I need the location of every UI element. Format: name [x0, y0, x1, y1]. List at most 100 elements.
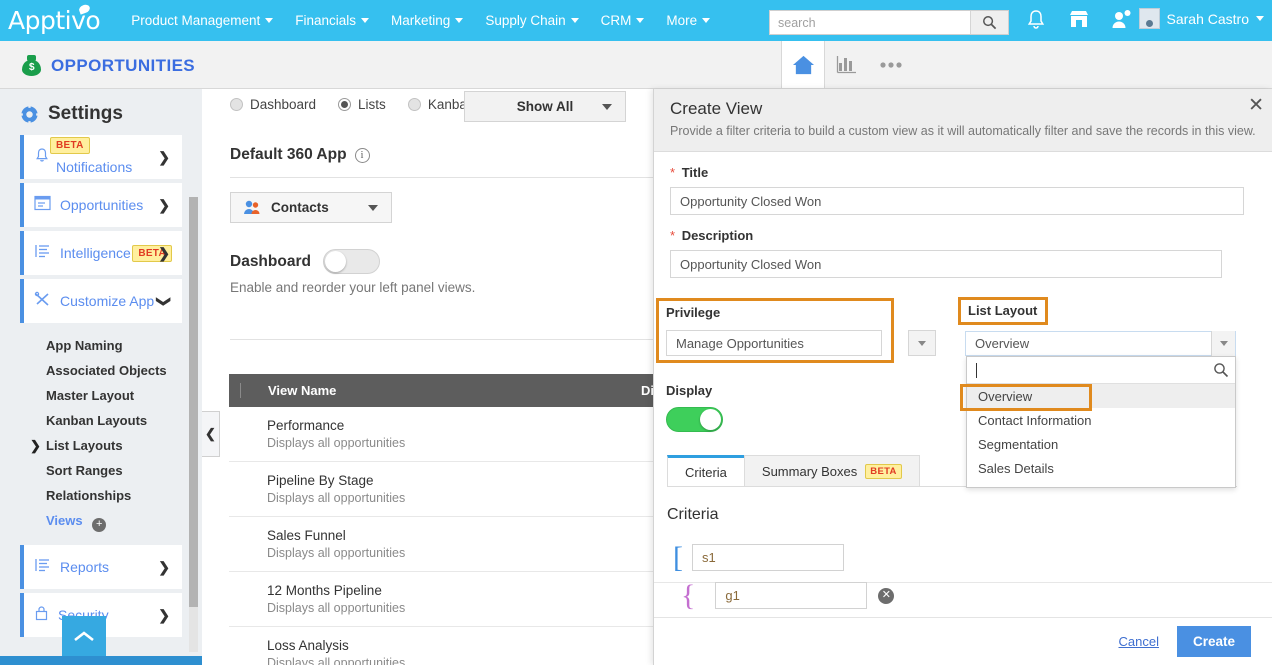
reports-button[interactable] — [825, 41, 869, 88]
cancel-button[interactable]: Cancel — [1119, 634, 1159, 649]
chevron-down-icon — [361, 18, 369, 23]
list-layout-option-segmentation[interactable]: Segmentation — [967, 432, 1235, 456]
sidebar-subitem-label: Sort Ranges — [46, 463, 123, 478]
sidebar-title-text: Settings — [48, 103, 123, 125]
nav-item-crm[interactable]: CRM — [590, 13, 656, 28]
sidebar-item-notifications[interactable]: BETA Notifications ❯ — [20, 135, 182, 179]
nav-item-marketing[interactable]: Marketing — [380, 13, 474, 28]
radio-label: Lists — [358, 97, 386, 112]
title-label: * Title — [670, 165, 1244, 180]
list-layout-value: Overview — [975, 336, 1029, 351]
criteria-row-1: [ s1 — [673, 544, 844, 571]
chevron-right-icon: ❯ — [158, 559, 170, 576]
display-toggle[interactable] — [666, 407, 723, 432]
list-layout-option-contact-information[interactable]: Contact Information — [967, 408, 1235, 432]
nav-item-more[interactable]: More — [655, 13, 721, 28]
radio-lists[interactable]: Lists — [338, 97, 386, 112]
view-description: Displays all opportunities — [267, 546, 667, 560]
list-layout-option-overview[interactable]: Overview — [967, 384, 1235, 408]
more-dots-icon — [878, 61, 904, 69]
list-layout-label: List Layout — [968, 303, 1037, 318]
radio-dashboard[interactable]: Dashboard — [230, 97, 316, 112]
privilege-label: Privilege — [666, 305, 720, 320]
create-view-heading: Create View — [670, 99, 1272, 119]
chevron-right-icon: ❯ — [158, 607, 170, 624]
app-toolbar — [781, 41, 913, 88]
chevron-down-icon — [265, 18, 273, 23]
view-mode-radios: Dashboard Lists Kanban — [230, 97, 496, 112]
chevron-down-icon — [702, 18, 710, 23]
view-description: Displays all opportunities — [267, 656, 667, 665]
money-bag-icon: $ — [22, 55, 41, 76]
criteria-input-s1[interactable]: s1 — [692, 544, 844, 571]
home-button[interactable] — [781, 41, 825, 88]
create-button[interactable]: Create — [1177, 626, 1251, 657]
sidebar-subitem-sort-ranges[interactable]: Sort Ranges — [0, 458, 202, 483]
sidebar-scrollbar-thumb[interactable] — [189, 197, 198, 607]
chevron-down-icon — [455, 18, 463, 23]
global-search-button[interactable] — [970, 11, 1008, 34]
title-input[interactable] — [670, 187, 1244, 215]
sidebar-subitem-label: Master Layout — [46, 388, 134, 403]
user-menu[interactable]: Sarah Castro — [1139, 8, 1264, 29]
default-360-app-title: Default 360 App i — [230, 146, 370, 164]
sidebar-item-reports[interactable]: Reports ❯ — [20, 545, 182, 589]
delete-criteria-icon[interactable]: ✕ — [878, 588, 894, 604]
store-icon — [1068, 9, 1090, 30]
sidebar-title: Settings — [0, 89, 202, 135]
sidebar-item-opportunities[interactable]: Opportunities ❯ — [20, 183, 182, 227]
sidebar-item-label: Opportunities — [60, 197, 143, 213]
avatar — [1139, 8, 1160, 29]
sidebar-item-intelligence[interactable]: Intelligence BETA ❯ — [20, 231, 182, 275]
nav-item-product-management[interactable]: Product Management — [120, 13, 284, 28]
list-layout-select[interactable]: Overview — [965, 331, 1236, 356]
add-view-icon[interactable]: + — [92, 518, 106, 532]
sidebar-subitem-views[interactable]: Views + — [0, 508, 202, 537]
more-options-button[interactable] — [869, 41, 913, 88]
section-title-text: Default 360 App — [230, 146, 347, 164]
sidebar-subitem-kanban-layouts[interactable]: Kanban Layouts — [0, 408, 202, 433]
add-user-button[interactable] — [1110, 9, 1132, 35]
title-field-group: * Title — [654, 165, 1272, 215]
show-all-label: Show All — [517, 99, 574, 114]
show-all-dropdown[interactable]: Show All — [464, 91, 626, 122]
sidebar-subitem-label: Associated Objects — [46, 363, 167, 378]
privilege-input[interactable]: Manage Opportunities — [666, 330, 882, 356]
view-description: Displays all opportunities — [267, 491, 667, 505]
list-layout-search[interactable] — [967, 357, 1235, 384]
dashboard-toggle-row: Dashboard — [230, 249, 380, 274]
tab-summary-boxes[interactable]: Summary Boxes BETA — [744, 455, 920, 486]
chevron-down-icon — [368, 205, 378, 211]
view-name: Sales Funnel — [267, 528, 667, 543]
scroll-to-top-button[interactable] — [62, 616, 106, 656]
nav-item-financials[interactable]: Financials — [284, 13, 380, 28]
sidebar-subitem-list-layouts[interactable]: ❯ List Layouts — [0, 433, 202, 458]
info-icon[interactable]: i — [355, 148, 370, 163]
nav-label: Supply Chain — [485, 13, 565, 28]
nav-item-supply-chain[interactable]: Supply Chain — [474, 13, 589, 28]
tab-criteria[interactable]: Criteria — [667, 455, 745, 486]
sidebar-item-label: Reports — [60, 559, 109, 575]
description-input[interactable] — [670, 250, 1222, 278]
default-app-dropdown[interactable]: Contacts — [230, 192, 392, 223]
sidebar-subitem-associated-objects[interactable]: Associated Objects — [0, 358, 202, 383]
criteria-input-g1[interactable]: g1 — [715, 582, 867, 609]
privilege-dropdown-button[interactable] — [908, 330, 936, 356]
search-icon — [1213, 362, 1229, 378]
option-label: Contact Information — [978, 413, 1091, 428]
store-button[interactable] — [1068, 9, 1090, 35]
chevron-down-icon — [571, 18, 579, 23]
radio-label: Dashboard — [250, 97, 316, 112]
global-search-input[interactable] — [770, 11, 970, 34]
sidebar-item-customize-app[interactable]: Customize App ❯ — [20, 279, 182, 323]
sidebar-subitem-app-naming[interactable]: App Naming — [0, 333, 202, 358]
list-layout-option-sales-details[interactable]: Sales Details — [967, 456, 1235, 480]
close-icon[interactable]: ✕ — [1248, 98, 1264, 114]
sidebar-collapse-toggle[interactable]: ❮ — [202, 411, 220, 457]
apptivo-logo[interactable]: Apptivo — [8, 6, 100, 35]
sidebar-subitem-master-layout[interactable]: Master Layout — [0, 383, 202, 408]
dashboard-toggle[interactable] — [323, 249, 380, 274]
sidebar-subitem-relationships[interactable]: Relationships — [0, 483, 202, 508]
text-cursor — [976, 363, 977, 378]
notifications-bell-button[interactable] — [1026, 9, 1046, 36]
